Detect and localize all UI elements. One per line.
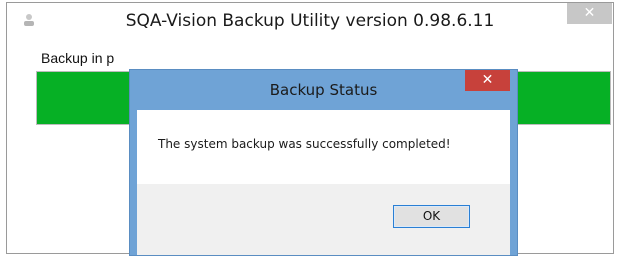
dialog-titlebar[interactable]: Backup Status ✕ — [130, 70, 517, 110]
backup-status-dialog: Backup Status ✕ The system backup was su… — [129, 69, 518, 256]
close-icon: ✕ — [583, 5, 596, 21]
dialog-message: The system backup was successfully compl… — [158, 137, 451, 151]
main-titlebar[interactable]: SQA-Vision Backup Utility version 0.98.6… — [7, 3, 613, 39]
main-window-title: SQA-Vision Backup Utility version 0.98.6… — [125, 11, 495, 31]
dialog-close-button[interactable]: ✕ — [465, 70, 510, 91]
dialog-content: The system backup was successfully compl… — [137, 110, 510, 184]
close-icon: ✕ — [481, 72, 494, 88]
dialog-footer: OK — [137, 184, 510, 255]
progress-label: Backup in p — [41, 50, 115, 66]
dialog-title: Backup Status — [269, 81, 378, 99]
ok-button[interactable]: OK — [393, 205, 470, 228]
main-close-button[interactable]: ✕ — [567, 3, 612, 24]
